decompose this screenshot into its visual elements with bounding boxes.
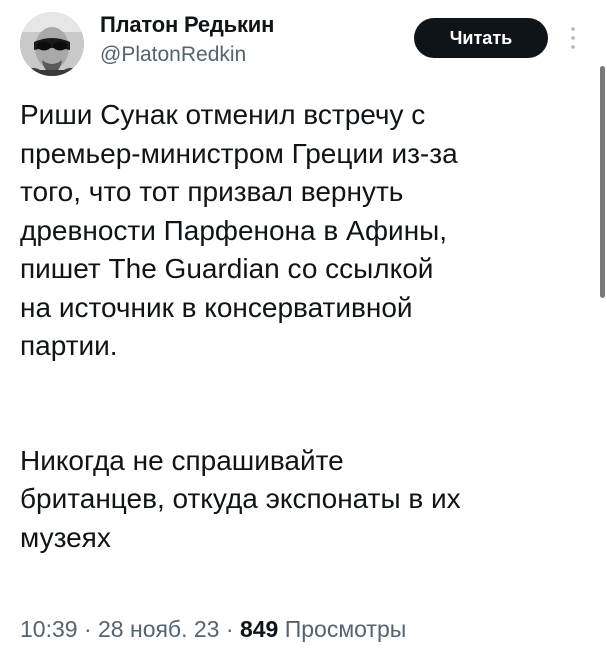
tweet-text-line: того, что тот призвал вернуть <box>20 176 404 207</box>
follow-button[interactable]: Читать <box>414 18 548 58</box>
tweet-text-line: Никогда не спрашивайте <box>20 444 344 476</box>
tweet-text-line: партии. <box>20 330 118 361</box>
tweet-date[interactable]: 28 нояб. 23 <box>98 616 219 642</box>
meta-separator: · <box>83 616 92 642</box>
tweet-time[interactable]: 10:39 <box>20 616 78 642</box>
tweet-text-line: премьер-министром Греции из-за <box>20 137 458 169</box>
tweet-text-line: музеях <box>20 521 111 553</box>
profile-photo-icon <box>20 12 84 76</box>
tweet-text-line: древности Парфенона в Афины, <box>20 214 448 246</box>
tweet-text-line: британцев, откуда экспонаты в их <box>20 483 461 514</box>
author-display-name[interactable]: Платон Редькин <box>100 12 274 38</box>
tweet-text-line: пишет The Guardian со ссылкой <box>20 253 434 284</box>
scrollbar-thumb[interactable] <box>600 66 605 298</box>
views-label: Просмотры <box>284 616 407 642</box>
tweet-text-line: на источник в консервативной <box>20 291 413 323</box>
tweet-text: Риши Сунак отменил встречу с премьер-мин… <box>20 96 590 557</box>
tweet-meta: 10:39 · 28 нояб. 23 · 849 Просмотры <box>20 616 406 643</box>
avatar[interactable] <box>20 12 84 76</box>
tweet-text-line: Риши Сунак отменил встречу с <box>20 99 426 130</box>
more-vertical-icon[interactable] <box>566 24 580 52</box>
author-handle[interactable]: @PlatonRedkin <box>100 43 246 67</box>
meta-separator: · <box>225 616 234 642</box>
views-count: 849 <box>239 616 279 642</box>
